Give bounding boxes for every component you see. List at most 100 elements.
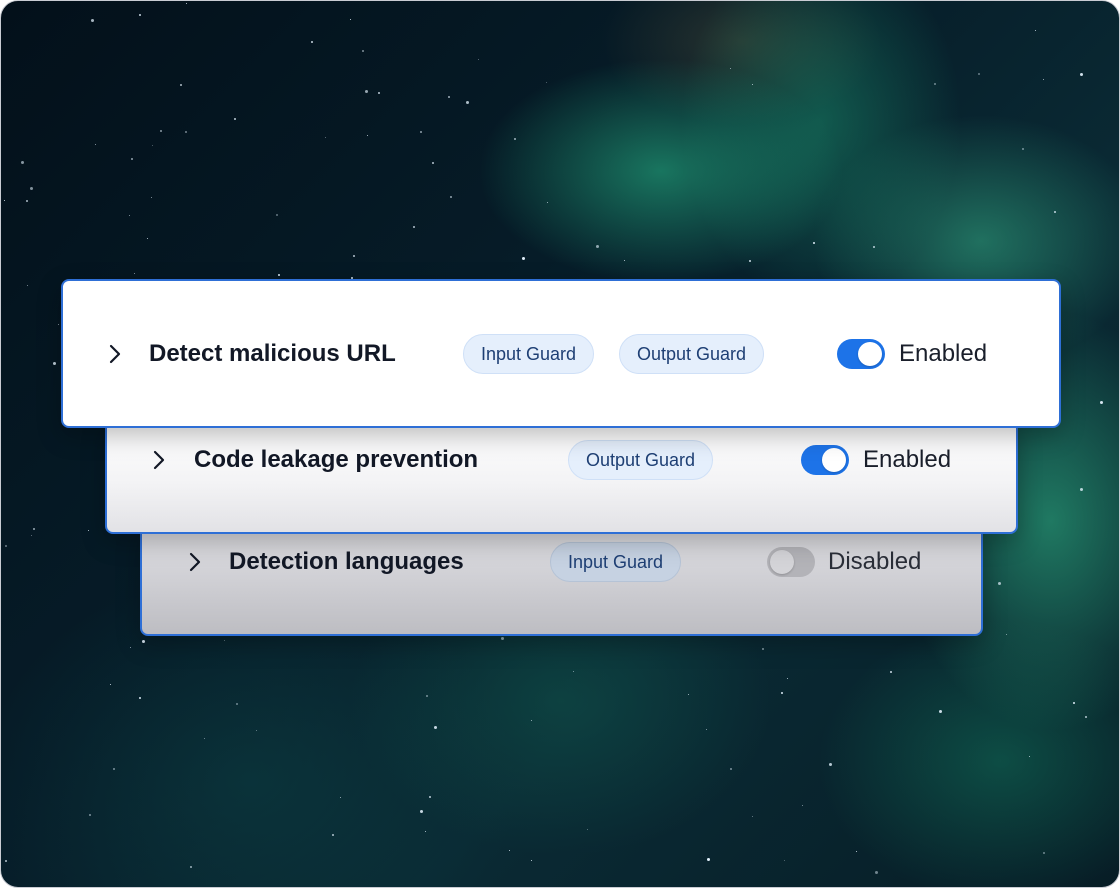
star [362,50,364,52]
star [813,242,815,244]
star [450,196,452,198]
star [624,260,625,261]
star [784,860,785,861]
star [478,59,479,60]
star [332,834,334,836]
enabled-toggle[interactable] [837,339,885,369]
tag-output-guard: Output Guard [568,440,714,480]
star [147,238,148,239]
status-label: Disabled [828,548,922,575]
rule-card-detection-languages[interactable]: Detection languages Input Guard Disabled [140,526,983,636]
star [978,73,980,75]
chevron-right-icon[interactable] [189,552,201,572]
star [1080,488,1083,491]
star [829,763,832,766]
rule-title: Detection languages [229,548,464,575]
star [5,860,7,862]
star [110,684,111,685]
star [429,796,431,798]
star [276,214,278,216]
star [934,83,936,85]
star [88,530,89,531]
star [706,729,707,730]
star [890,671,892,673]
star [688,694,689,695]
star [596,245,599,248]
star [873,246,875,248]
star [802,805,803,806]
star [129,215,130,216]
star [95,144,96,145]
star [501,637,504,640]
star [134,273,135,274]
star [1035,30,1036,31]
star [730,68,731,69]
star [1100,401,1103,404]
star [378,92,380,94]
star [856,851,857,852]
star [89,814,91,816]
star [1080,73,1083,76]
enabled-toggle[interactable] [801,445,849,475]
star [1022,148,1024,150]
star [367,135,368,136]
status-label: Enabled [899,340,988,367]
chevron-right-icon[interactable] [153,450,165,470]
star [152,145,153,146]
rule-card-code-leakage-prevention[interactable]: Code leakage prevention Output Guard Ena… [105,421,1018,534]
star [142,640,145,643]
star [186,3,187,4]
star [139,14,141,16]
star [587,829,588,830]
star [160,130,162,132]
star [546,82,547,83]
star [522,257,525,260]
background-nebula: Detect malicious URL Input Guard Output … [0,0,1120,888]
disabled-toggle[interactable] [767,547,815,577]
toggle-knob [822,448,846,472]
star [139,697,141,699]
star [1043,852,1045,854]
star [91,19,94,22]
tag-input-guard: Input Guard [463,334,595,374]
toggle-knob [858,342,882,366]
star [514,138,516,140]
star [185,131,187,133]
star [1029,756,1030,757]
star [236,703,238,705]
star [278,274,280,276]
star [350,19,351,20]
star [434,726,437,729]
rule-title: Code leakage prevention [194,446,479,473]
star [224,640,225,641]
star [531,860,532,861]
star [311,41,313,43]
star [180,84,182,86]
star [4,200,5,201]
star [204,738,205,739]
star [998,582,1001,585]
chevron-right-icon[interactable] [109,344,121,364]
star [340,797,341,798]
star [234,118,236,120]
star [752,84,753,85]
rule-title: Detect malicious URL [149,340,396,367]
star [58,324,59,325]
star [1054,211,1056,213]
star [1073,702,1075,704]
star [432,162,434,164]
star [426,695,428,697]
star [781,692,783,694]
star [113,768,115,770]
star [5,545,7,547]
star [752,816,753,817]
toggle-knob [770,550,794,574]
star [130,647,131,648]
status-label: Enabled [863,446,952,473]
rule-card-detect-malicious-url[interactable]: Detect malicious URL Input Guard Output … [61,279,1061,428]
star [27,285,28,286]
star [762,648,764,650]
tag-input-guard: Input Guard [550,542,682,582]
star [425,831,426,832]
star [53,362,56,365]
